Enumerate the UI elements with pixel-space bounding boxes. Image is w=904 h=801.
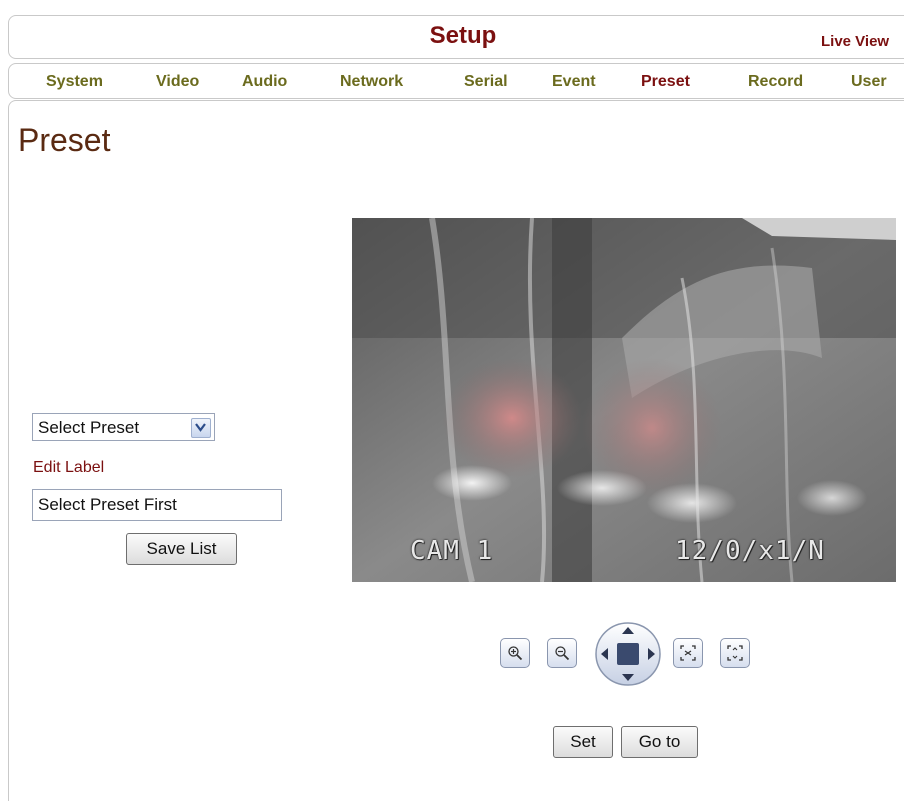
tab-user[interactable]: User xyxy=(851,73,887,91)
save-list-button[interactable]: Save List xyxy=(126,533,237,565)
zoom-out-button[interactable] xyxy=(547,638,577,668)
tab-event[interactable]: Event xyxy=(552,73,596,91)
preset-label-input[interactable] xyxy=(32,489,282,521)
camera-video-view: CAM 1 12/0/x1/N xyxy=(352,218,896,582)
focus-near-icon xyxy=(680,645,696,661)
tab-system[interactable]: System xyxy=(46,73,103,91)
preset-select-value: Select Preset xyxy=(38,418,140,437)
chevron-down-icon[interactable] xyxy=(191,418,211,438)
zoom-in-button[interactable] xyxy=(500,638,530,668)
tab-serial[interactable]: Serial xyxy=(464,73,508,91)
goto-preset-button[interactable]: Go to xyxy=(621,726,698,758)
tab-record[interactable]: Record xyxy=(748,73,803,91)
focus-far-button[interactable] xyxy=(720,638,750,668)
preset-select[interactable]: Select Preset xyxy=(32,413,215,441)
focus-far-icon xyxy=(727,645,743,661)
tab-video[interactable]: Video xyxy=(156,73,199,91)
tab-audio[interactable]: Audio xyxy=(242,73,287,91)
osd-status-label: 12/0/x1/N xyxy=(675,536,825,566)
live-view-link[interactable]: Live View xyxy=(821,33,889,50)
zoom-out-icon xyxy=(555,646,570,661)
page-title: Preset xyxy=(18,122,111,158)
directional-pad-icon xyxy=(595,622,661,686)
video-frame-image xyxy=(352,218,896,582)
page-header-title: Setup xyxy=(429,22,497,49)
focus-near-button[interactable] xyxy=(673,638,703,668)
tab-preset[interactable]: Preset xyxy=(641,73,690,91)
pan-tilt-control[interactable] xyxy=(594,621,662,687)
edit-label-heading: Edit Label xyxy=(33,459,105,476)
osd-camera-label: CAM 1 xyxy=(410,536,494,566)
set-preset-button[interactable]: Set xyxy=(553,726,613,758)
zoom-in-icon xyxy=(508,646,523,661)
tab-network[interactable]: Network xyxy=(340,73,403,91)
